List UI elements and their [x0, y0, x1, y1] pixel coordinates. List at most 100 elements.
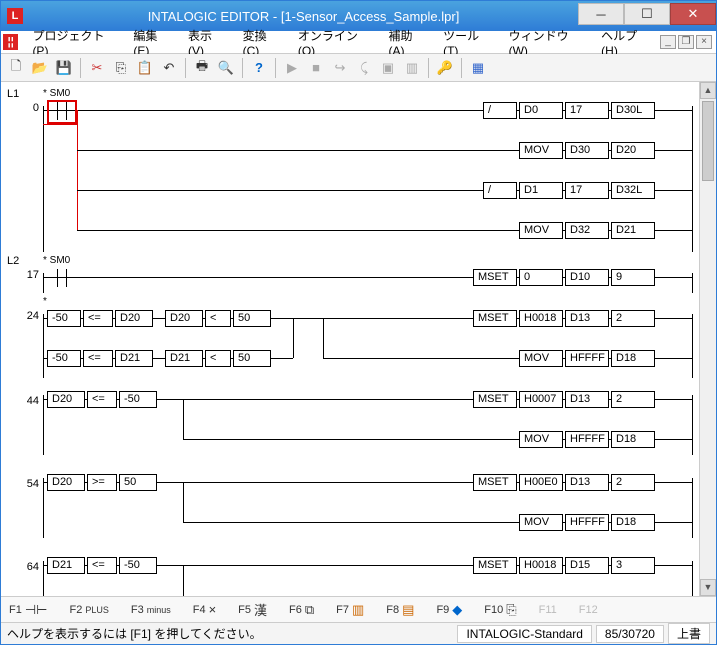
instr-arg[interactable]: D13 — [565, 474, 609, 491]
print-icon[interactable]: 🖶 — [191, 57, 213, 79]
fkey-f10[interactable]: F10⎘ — [484, 602, 516, 618]
step-icon[interactable]: ↪ — [329, 57, 351, 79]
cmp-arg[interactable]: D20 — [47, 474, 85, 491]
mdi-close-icon[interactable]: × — [696, 35, 712, 49]
mdi-minimize-icon[interactable]: _ — [660, 35, 676, 49]
instr-op[interactable]: MSET — [473, 557, 517, 574]
instr-arg[interactable]: D20 — [611, 142, 655, 159]
fkey-f3[interactable]: F3minus — [131, 604, 171, 616]
instr-arg[interactable]: 2 — [611, 391, 655, 408]
minimize-button[interactable]: ─ — [578, 3, 624, 25]
cmp-op[interactable]: <= — [87, 557, 117, 574]
key-icon[interactable]: 🔑 — [434, 57, 456, 79]
fkey-f6[interactable]: F6⧉ — [289, 602, 314, 618]
fkey-f4[interactable]: F4× — [193, 602, 216, 617]
instr-arg[interactable]: D10 — [565, 269, 609, 286]
instr-arg[interactable]: HFFFF — [565, 514, 609, 531]
break-icon[interactable]: ⤹ — [353, 57, 375, 79]
help-icon[interactable]: ? — [248, 57, 270, 79]
instr-arg[interactable]: D15 — [565, 557, 609, 574]
instr-arg[interactable]: D13 — [565, 310, 609, 327]
monitor-icon[interactable]: ▣ — [377, 57, 399, 79]
fkey-f8[interactable]: F8▤ — [386, 602, 414, 618]
run-icon[interactable]: ▶ — [281, 57, 303, 79]
cmp-arg[interactable]: D20 — [115, 310, 153, 327]
instr-op[interactable]: / — [483, 182, 517, 199]
cmp-op[interactable]: >= — [87, 474, 117, 491]
instr-op[interactable]: MOV — [519, 142, 563, 159]
cmp-arg[interactable]: D21 — [165, 350, 203, 367]
instr-arg[interactable]: D13 — [565, 391, 609, 408]
instr-arg[interactable]: D1 — [519, 182, 563, 199]
instr-arg[interactable]: 17 — [565, 102, 609, 119]
fkey-f9[interactable]: F9◆ — [436, 602, 462, 618]
cmp-op[interactable]: < — [205, 350, 231, 367]
scroll-down-icon[interactable]: ▼ — [700, 579, 716, 596]
undo-icon[interactable]: ↶ — [158, 57, 180, 79]
save-icon[interactable]: 💾 — [53, 57, 75, 79]
cmp-arg[interactable]: -50 — [119, 391, 157, 408]
instr-arg[interactable]: H0018 — [519, 557, 563, 574]
instr-op[interactable]: MOV — [519, 222, 563, 239]
instr-arg[interactable]: D21 — [611, 222, 655, 239]
instr-arg[interactable]: D18 — [611, 514, 655, 531]
cmp-arg[interactable]: 50 — [233, 350, 271, 367]
instr-op[interactable]: MOV — [519, 431, 563, 448]
cut-icon[interactable]: ✂ — [86, 57, 108, 79]
instr-arg[interactable]: 0 — [519, 269, 563, 286]
copy-icon[interactable]: ⎘ — [110, 57, 132, 79]
cmp-arg[interactable]: -50 — [119, 557, 157, 574]
instr-op[interactable]: MOV — [519, 514, 563, 531]
cmp-op[interactable]: <= — [83, 350, 113, 367]
instr-arg[interactable]: D30 — [565, 142, 609, 159]
instr-arg[interactable]: D18 — [611, 431, 655, 448]
register-icon[interactable]: ▥ — [401, 57, 423, 79]
cmp-arg[interactable]: D20 — [165, 310, 203, 327]
mdi-restore-icon[interactable]: ❐ — [678, 35, 694, 49]
instr-arg[interactable]: D0 — [519, 102, 563, 119]
cmp-op[interactable]: <= — [83, 310, 113, 327]
fkey-f7[interactable]: F7▥ — [336, 602, 364, 618]
instr-arg[interactable]: HFFFF — [565, 350, 609, 367]
scroll-up-icon[interactable]: ▲ — [700, 82, 716, 99]
instr-op[interactable]: MSET — [473, 310, 517, 327]
preview-icon[interactable]: 🔍 — [215, 57, 237, 79]
instr-op[interactable]: MSET — [473, 269, 517, 286]
fkey-f1[interactable]: F1⊣⊢ — [9, 602, 48, 618]
instr-arg[interactable]: D30L — [611, 102, 655, 119]
vertical-scrollbar[interactable]: ▲ ▼ — [699, 82, 716, 596]
instr-arg[interactable]: D32L — [611, 182, 655, 199]
cmp-op[interactable]: <= — [87, 391, 117, 408]
instr-arg[interactable]: 2 — [611, 474, 655, 491]
fkey-f2[interactable]: F2PLUS — [70, 604, 109, 616]
cmp-arg[interactable]: D21 — [115, 350, 153, 367]
cmp-arg[interactable]: 50 — [233, 310, 271, 327]
instr-arg[interactable]: D18 — [611, 350, 655, 367]
instr-arg[interactable]: HFFFF — [565, 431, 609, 448]
cmp-arg[interactable]: D20 — [47, 391, 85, 408]
scroll-thumb[interactable] — [702, 101, 714, 181]
instr-arg[interactable]: 2 — [611, 310, 655, 327]
open-icon[interactable]: 📂 — [29, 57, 51, 79]
cmp-arg[interactable]: -50 — [47, 310, 81, 327]
cmp-arg[interactable]: D21 — [47, 557, 85, 574]
instr-op[interactable]: MOV — [519, 350, 563, 367]
ladder-canvas[interactable]: L1 0 * SM0 / D0 17 D30L — [1, 82, 699, 596]
paste-icon[interactable]: 📋 — [134, 57, 156, 79]
cmp-arg[interactable]: -50 — [47, 350, 81, 367]
close-button[interactable]: ✕ — [670, 3, 716, 25]
instr-arg[interactable]: 3 — [611, 557, 655, 574]
window-icon[interactable]: ▦ — [467, 57, 489, 79]
instr-arg[interactable]: 9 — [611, 269, 655, 286]
fkey-f5[interactable]: F5漢 — [238, 600, 267, 619]
instr-arg[interactable]: H00E0 — [519, 474, 563, 491]
instr-op[interactable]: MSET — [473, 391, 517, 408]
cmp-arg[interactable]: 50 — [119, 474, 157, 491]
instr-op[interactable]: MSET — [473, 474, 517, 491]
new-icon[interactable]: 🗋 — [5, 57, 27, 79]
instr-arg[interactable]: D32 — [565, 222, 609, 239]
instr-arg[interactable]: H0007 — [519, 391, 563, 408]
instr-arg[interactable]: 17 — [565, 182, 609, 199]
instr-arg[interactable]: H0018 — [519, 310, 563, 327]
maximize-button[interactable]: ☐ — [624, 3, 670, 25]
